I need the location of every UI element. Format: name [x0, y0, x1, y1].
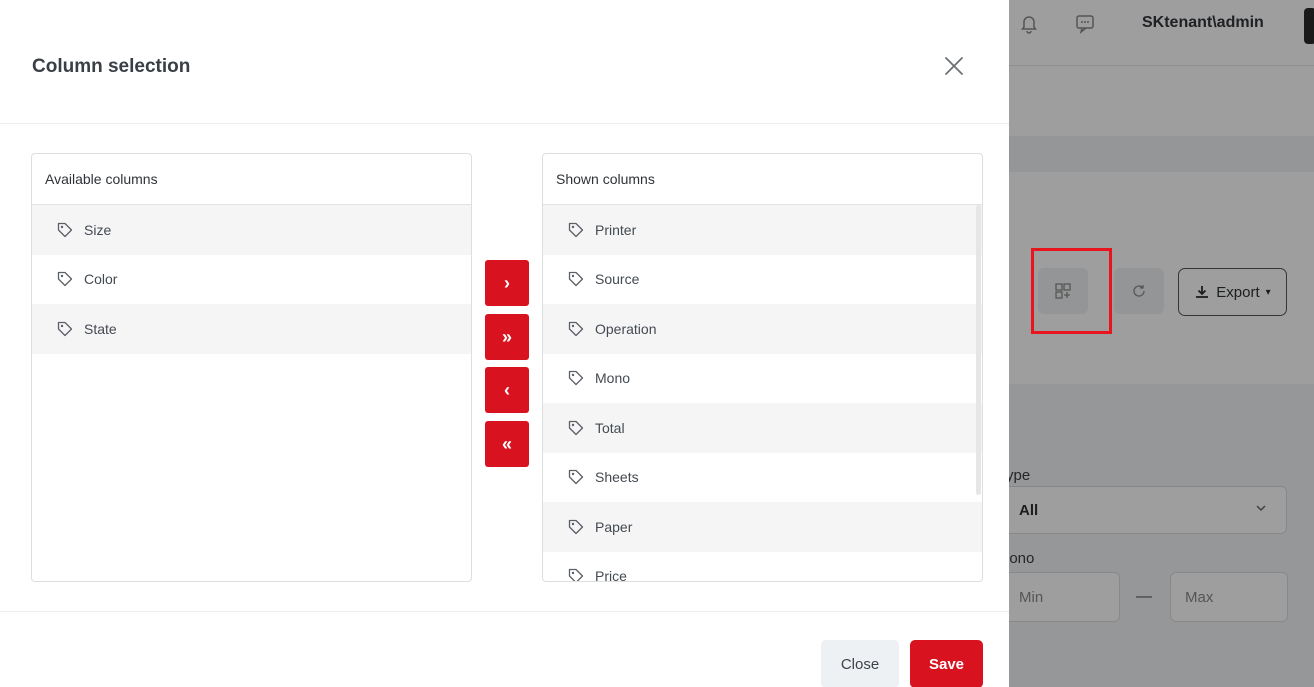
close-icon[interactable]	[940, 52, 968, 80]
list-item[interactable]: Sheets	[543, 453, 982, 503]
list-item[interactable]: State	[32, 304, 471, 354]
tag-icon	[57, 272, 73, 287]
list-item-label: Price	[595, 568, 627, 582]
list-item-label: Color	[84, 271, 118, 288]
list-item[interactable]: Mono	[543, 354, 982, 404]
list-item[interactable]: Paper	[543, 502, 982, 552]
list-item-label: Printer	[595, 221, 637, 238]
modal-title: Column selection	[32, 56, 191, 77]
column-selection-modal: Column selection Available columns Size …	[0, 0, 1009, 687]
list-item[interactable]: Source	[543, 255, 982, 305]
tag-icon	[568, 420, 584, 435]
list-item[interactable]: Color	[32, 255, 471, 305]
shown-columns-panel: Shown columns Printer Source Operation M…	[542, 153, 983, 582]
background-page: SKtenant\admin Export ▾ ype All lono Min…	[1008, 0, 1314, 687]
shown-columns-list[interactable]: Printer Source Operation Mono Total Shee…	[543, 205, 982, 582]
list-item-label: Sheets	[595, 469, 639, 486]
modal-backdrop[interactable]	[1008, 0, 1314, 687]
available-columns-header: Available columns	[32, 154, 471, 205]
move-right-button[interactable]: ›	[485, 260, 529, 306]
tag-icon	[57, 321, 73, 336]
annotation-highlight-box	[1031, 248, 1112, 334]
shown-columns-header: Shown columns	[543, 154, 982, 205]
tag-icon	[568, 371, 584, 386]
list-item[interactable]: Operation	[543, 304, 982, 354]
list-item-label: Total	[595, 419, 625, 436]
list-item-label: State	[84, 320, 117, 337]
tag-icon	[568, 222, 584, 237]
tag-icon	[568, 272, 584, 287]
tag-icon	[568, 321, 584, 336]
list-item-label: Size	[84, 221, 112, 238]
close-button[interactable]: Close	[821, 640, 899, 687]
available-columns-list: Size Color State	[32, 205, 471, 354]
move-all-right-button[interactable]: »	[485, 314, 529, 360]
list-item[interactable]: Printer	[543, 205, 982, 255]
list-item-label: Source	[595, 271, 640, 288]
tag-icon	[57, 222, 73, 237]
scrollbar-thumb[interactable]	[976, 205, 981, 495]
list-item-label: Mono	[595, 370, 631, 387]
list-item[interactable]: Size	[32, 205, 471, 255]
list-item[interactable]: Price	[543, 552, 982, 582]
tag-icon	[568, 569, 584, 581]
list-item[interactable]: Total	[543, 403, 982, 453]
tag-icon	[568, 470, 584, 485]
tag-icon	[568, 519, 584, 534]
move-all-left-button[interactable]: «	[485, 421, 529, 467]
move-left-button[interactable]: ‹	[485, 367, 529, 413]
list-item-label: Operation	[595, 320, 657, 337]
scrollbar[interactable]	[974, 205, 982, 581]
list-item-label: Paper	[595, 518, 633, 535]
modal-header: Column selection	[0, 0, 1009, 124]
save-button[interactable]: Save	[910, 640, 983, 687]
available-columns-panel: Available columns Size Color State	[31, 153, 472, 582]
